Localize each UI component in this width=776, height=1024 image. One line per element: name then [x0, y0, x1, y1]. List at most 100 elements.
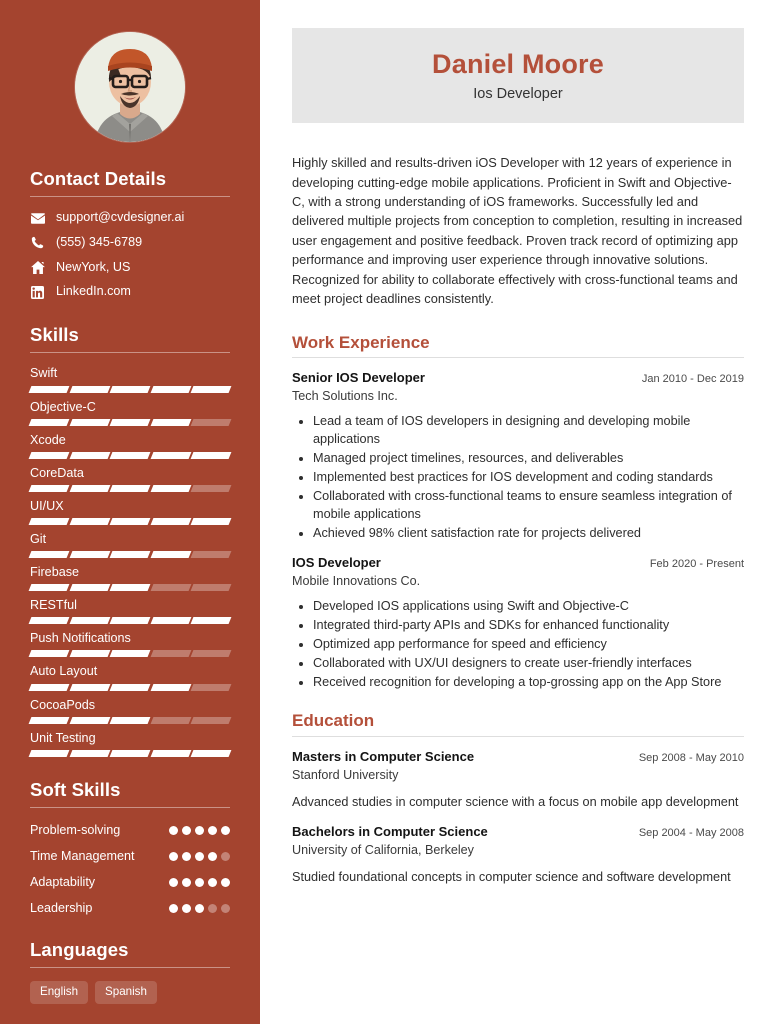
skill-item: Swift [28, 366, 232, 393]
skill-level-segment [28, 418, 70, 426]
skill-level-segment [150, 617, 191, 625]
skill-level-segment [109, 385, 151, 393]
linkedin-icon [30, 285, 45, 300]
resume-page: Contact Details support@cvdesigner.ai (5… [0, 0, 776, 1024]
skill-label: UI/UX [30, 498, 64, 513]
languages-divider [30, 967, 230, 969]
rating-dot [208, 851, 217, 861]
skill-level-segment [190, 683, 232, 691]
skills-heading: Skills [30, 324, 79, 346]
rating-dot [169, 825, 178, 835]
education-list: Masters in Computer Science Sep 2008 - Ma… [292, 749, 744, 887]
sidebar: Contact Details support@cvdesigner.ai (5… [0, 0, 260, 1024]
skill-level-segment [69, 551, 110, 559]
work-entry-bullet: Optimized app performance for speed and … [313, 635, 744, 653]
professional-summary: Highly skilled and results-driven iOS De… [292, 155, 743, 307]
work-entry-dates: Feb 2020 - Present [649, 558, 744, 571]
soft-skill-rating [169, 851, 230, 861]
rating-dot [221, 903, 230, 913]
skills-list: Swift Objective-C Xcode CoreData UI/UX Git Fir… [28, 366, 232, 757]
work-entry-header: Senior IOS Developer Jan 2010 - Dec 2019 [292, 370, 744, 387]
skill-level-segment [69, 484, 110, 492]
skill-level-segment [69, 716, 110, 724]
education-divider [292, 735, 744, 737]
skill-item: CocoaPods [28, 698, 232, 724]
skill-level-segment [109, 749, 151, 757]
language-chip: English [30, 981, 89, 1004]
skill-level-segment [69, 683, 110, 691]
skill-level-segment [150, 749, 191, 757]
work-entry-dates: Jan 2010 - Dec 2019 [641, 373, 744, 386]
skill-level-segment [28, 518, 70, 526]
skill-label: Git [30, 532, 47, 547]
work-entry-bullet: Collaborated with UX/UI designers to cre… [313, 654, 744, 672]
work-entry-organization: Mobile Innovations Co. [292, 574, 421, 589]
contact-phone-label: (555) 345-6789 [56, 235, 143, 249]
skill-level-segment [69, 749, 110, 757]
education-entry-dates: Sep 2008 - May 2010 [638, 751, 744, 764]
skill-label: Swift [30, 366, 58, 381]
rating-dot [182, 903, 191, 913]
skill-level-segment [69, 451, 110, 459]
skill-level-segment [190, 451, 232, 459]
phone-icon [30, 235, 45, 250]
education-entry-degree: Bachelors in Computer Science [292, 824, 488, 840]
skill-level-segment [109, 650, 151, 658]
contact-item-email[interactable]: support@cvdesigner.ai [30, 210, 230, 226]
skill-item: Unit Testing [28, 730, 232, 757]
skill-level-segment [109, 617, 151, 625]
skill-level-segment [69, 617, 110, 625]
skill-level-segment [190, 617, 232, 625]
soft-skills-section: Soft Skills Problem-solving Time Manageme… [30, 779, 230, 917]
skill-label: CoreData [30, 465, 84, 480]
skill-level-segment [69, 385, 110, 393]
skill-level-bar [28, 418, 232, 426]
contact-item-phone[interactable]: (555) 345-6789 [30, 235, 230, 251]
language-chip: Spanish [95, 981, 157, 1004]
education-heading: Education [292, 711, 375, 731]
rating-dot [195, 903, 204, 913]
contact-item-linkedin[interactable]: LinkedIn.com [30, 284, 230, 300]
skill-label: Unit Testing [30, 730, 96, 745]
skill-level-bar [28, 749, 232, 757]
skill-label: Objective-C [30, 399, 96, 414]
work-experience-heading: Work Experience [292, 332, 430, 352]
skill-level-bar [28, 518, 232, 526]
work-entry-bullet: Achieved 98% client satisfaction rate fo… [313, 524, 744, 542]
skill-level-segment [28, 617, 70, 625]
skill-item: UI/UX [28, 498, 232, 526]
skill-level-bar [28, 716, 232, 724]
skill-item: Auto Layout [28, 664, 232, 691]
skill-level-segment [28, 749, 70, 757]
rating-dot [195, 825, 204, 835]
skill-level-segment [150, 650, 191, 658]
rating-dot [208, 877, 217, 887]
work-experience-list: Senior IOS Developer Jan 2010 - Dec 2019 T… [292, 370, 744, 691]
page-title: Daniel Moore [432, 49, 604, 79]
skill-level-bar [28, 650, 232, 658]
avatar [75, 32, 185, 142]
skill-level-segment [190, 518, 232, 526]
skill-level-segment [150, 518, 191, 526]
skill-item: RESTful [28, 598, 232, 625]
soft-skill-item: Problem-solving [30, 821, 230, 839]
soft-skill-item: Time Management [30, 847, 230, 865]
skill-level-segment [28, 385, 70, 393]
education-entry-degree: Masters in Computer Science [292, 748, 475, 764]
soft-skill-label: Leadership [30, 900, 93, 915]
skill-level-bar [28, 385, 232, 393]
rating-dot [169, 903, 178, 913]
skill-level-segment [69, 518, 110, 526]
skill-level-segment [150, 484, 191, 492]
education-entry: Bachelors in Computer Science Sep 2004 - … [292, 824, 744, 886]
skill-level-bar [28, 551, 232, 559]
contact-location-label: NewYork, US [56, 259, 131, 274]
contact-details-heading: Contact Details [30, 168, 167, 189]
contact-item-location[interactable]: NewYork, US [30, 260, 230, 276]
skill-level-segment [190, 584, 232, 592]
education-entry-description: Studied foundational concepts in compute… [292, 870, 731, 885]
work-entry-bullets: Lead a team of IOS developers in designi… [292, 412, 744, 542]
rating-dot [208, 903, 217, 913]
education-section: Education Masters in Computer Science Sep… [292, 711, 744, 886]
work-entry-header: IOS Developer Feb 2020 - Present [292, 555, 744, 572]
